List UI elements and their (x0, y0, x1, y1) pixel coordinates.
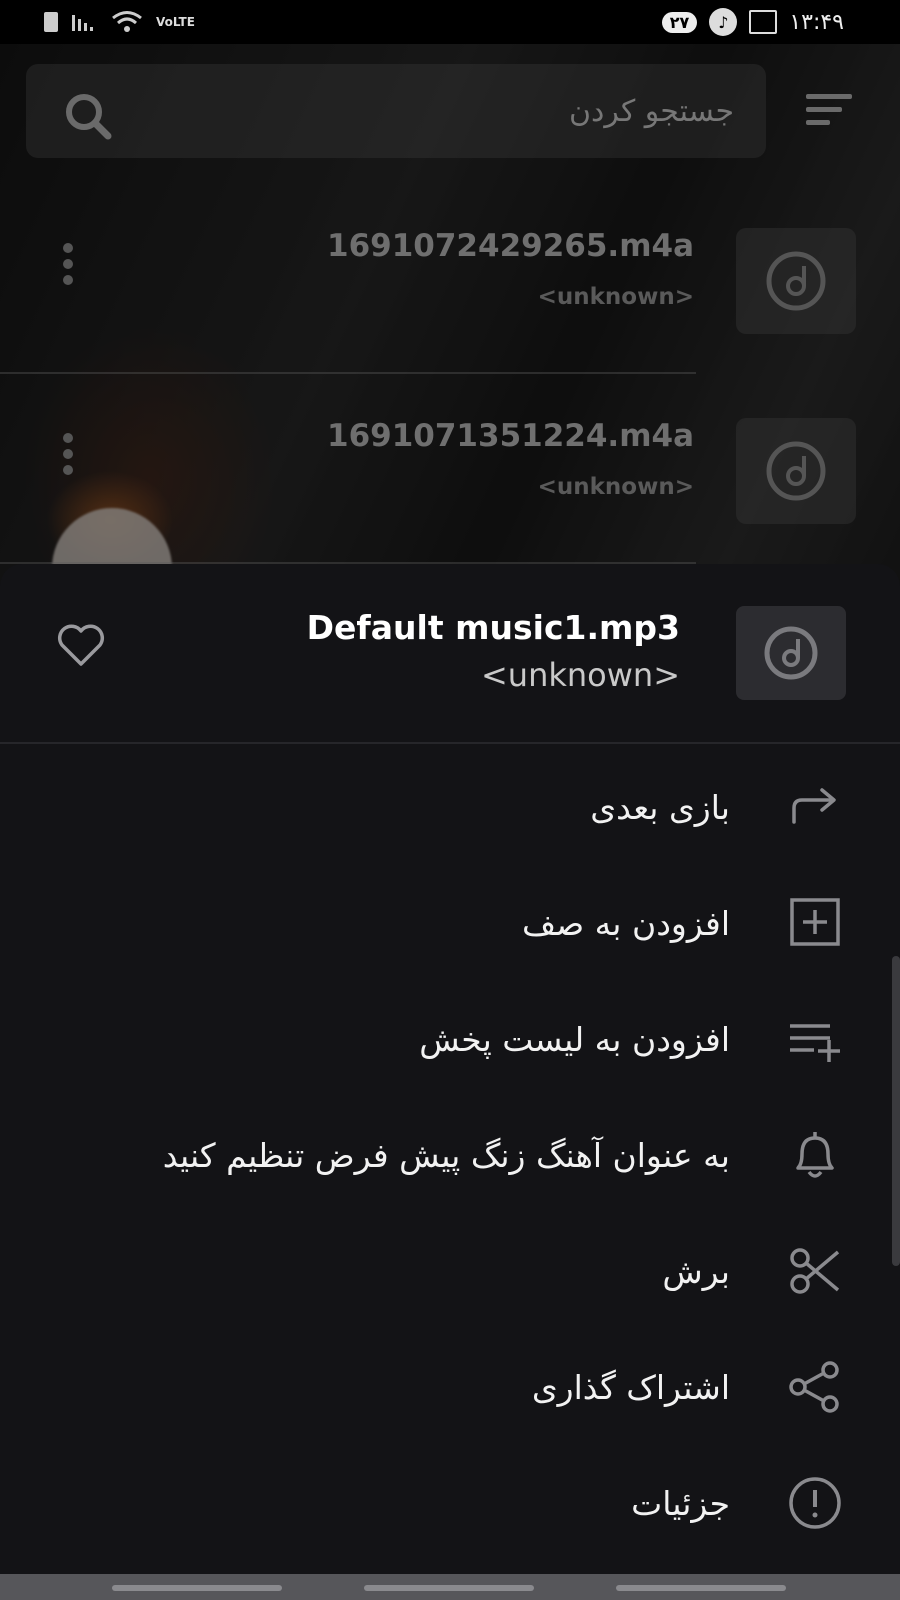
add-to-queue-icon (790, 898, 840, 946)
track-artwork (736, 418, 856, 524)
nav-handle[interactable] (364, 1585, 534, 1591)
music-disc-icon (766, 441, 826, 501)
menu-item-share[interactable]: اشتراک گذاری (0, 1336, 900, 1436)
menu-item-trim[interactable]: برش (0, 1220, 900, 1320)
menu-item-play-next[interactable]: بازی بعدی (0, 756, 900, 856)
scrollbar[interactable] (892, 956, 900, 1266)
divider (0, 742, 900, 744)
play-next-icon (792, 788, 836, 824)
menu-item-set-ringtone[interactable]: به عنوان آهنگ زنگ پیش فرض تنظیم کنید (0, 1104, 900, 1204)
menu-item-add-to-playlist[interactable]: افزودن به لیست پخش (0, 988, 900, 1088)
divider (0, 372, 696, 374)
lte-indicator: VoLTE (156, 15, 195, 29)
menu-item-add-to-queue[interactable]: افزودن به صف (0, 872, 900, 972)
track-artist: <unknown> (537, 474, 694, 500)
track-row[interactable]: 1691072429265.m4a <unknown> (0, 198, 900, 384)
sort-menu-icon[interactable] (806, 92, 854, 128)
track-row[interactable]: 1691071351224.m4a <unknown> (0, 388, 900, 574)
menu-item-label: به عنوان آهنگ زنگ پیش فرض تنظیم کنید (162, 1136, 730, 1175)
track-artist: <unknown> (537, 284, 694, 310)
status-bar: VoLTE ۲۷ ♪ ۱۳:۴۹ (0, 0, 900, 44)
menu-item-details[interactable]: جزئیات (0, 1452, 900, 1552)
battery-icon (44, 12, 58, 32)
search-icon[interactable] (60, 88, 116, 144)
menu-item-label: اشتراک گذاری (531, 1368, 730, 1407)
bell-icon (796, 1132, 834, 1178)
music-disc-icon (766, 251, 826, 311)
info-icon (789, 1477, 841, 1529)
track-title: 1691071351224.m4a (327, 418, 694, 454)
status-time: ۱۳:۴۹ (789, 9, 844, 35)
scissors-icon (790, 1248, 840, 1294)
track-title: 1691072429265.m4a (327, 228, 694, 264)
music-disc-icon (764, 626, 818, 680)
signal-icon (72, 15, 93, 31)
track-options-sheet: Default music1.mp3 <unknown> بازی بعدی ا… (0, 564, 900, 1574)
sheet-track-artwork (736, 606, 846, 700)
favorite-heart-icon[interactable] (56, 622, 106, 668)
menu-item-label: بازی بعدی (590, 788, 730, 827)
share-icon (789, 1361, 839, 1413)
notification-count-badge: ۲۷ (661, 11, 698, 33)
more-options-icon[interactable] (62, 432, 74, 476)
search-input[interactable]: جستجو کردن (569, 94, 734, 129)
image-notification-icon (749, 10, 778, 34)
music-notification-icon: ♪ (709, 8, 738, 36)
track-artwork (736, 228, 856, 334)
sheet-track-title: Default music1.mp3 (306, 608, 680, 647)
add-to-playlist-icon (790, 1024, 840, 1062)
menu-item-label: افزودن به صف (521, 904, 730, 943)
search-bar[interactable]: جستجو کردن (26, 64, 766, 158)
gesture-navigation-bar (0, 1574, 900, 1600)
wifi-icon (112, 11, 142, 32)
menu-item-label: برش (662, 1252, 730, 1291)
nav-handle[interactable] (112, 1585, 282, 1591)
menu-item-label: افزودن به لیست پخش (419, 1020, 730, 1059)
menu-item-label: جزئیات (631, 1484, 730, 1523)
sheet-track-artist: <unknown> (480, 656, 680, 694)
more-options-icon[interactable] (62, 242, 74, 286)
nav-handle[interactable] (616, 1585, 786, 1591)
